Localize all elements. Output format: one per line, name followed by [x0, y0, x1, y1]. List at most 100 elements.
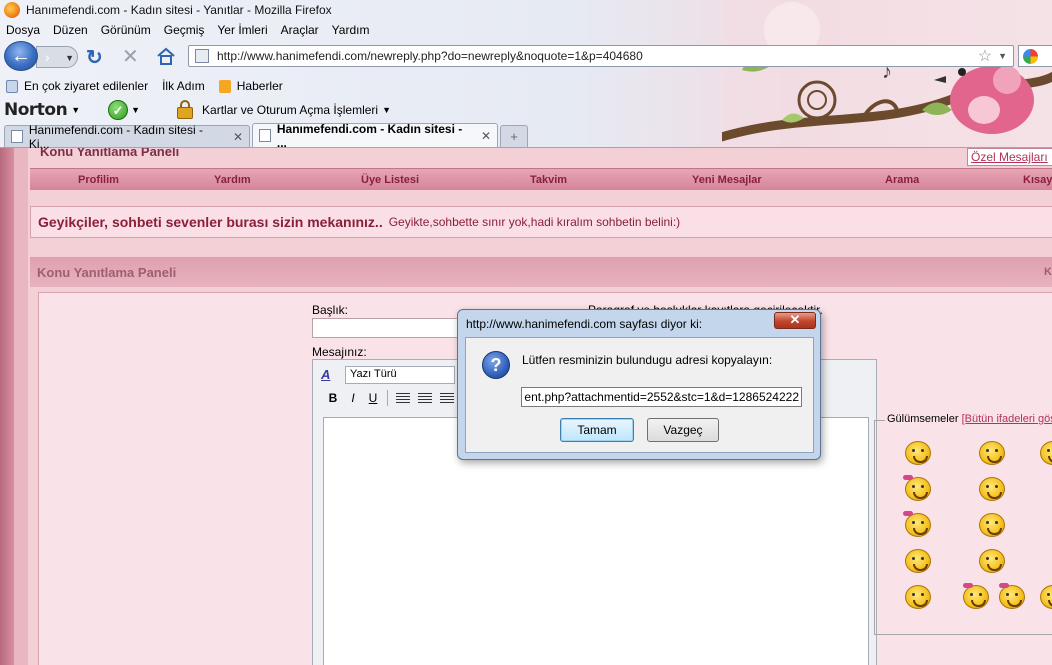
tab-label: Hanımefendi.com - Kadın sitesi - Ki... [28, 122, 203, 149]
reply-panel-header: Konu Yanıtlama Paneli K [30, 257, 1052, 287]
smiley-icon[interactable] [905, 441, 931, 465]
italic-icon[interactable]: I [343, 391, 363, 405]
new-tab-button[interactable]: + [500, 125, 528, 147]
smiley-icon[interactable] [905, 549, 931, 573]
norton-logo[interactable]: Norton [4, 100, 68, 120]
menu-duzen[interactable]: Düzen [53, 23, 88, 37]
page-left-border [0, 148, 14, 665]
window-title: Hanımefendi.com - Kadın sitesi - Yanıtla… [26, 3, 332, 17]
menu-bar: Dosya Düzen Görünüm Geçmiş Yer İmleri Ar… [0, 20, 1052, 40]
nav-arama[interactable]: Arama [885, 174, 919, 186]
search-engine-box[interactable] [1018, 45, 1052, 67]
firefox-logo-icon [4, 2, 20, 18]
norton-toolbar: Norton ▼ ✓ ▼ Kartlar ve Oturum Açma İşle… [0, 98, 1052, 122]
forum-nav-bar: Profilim Yardım Üye Listesi Takvim Yeni … [30, 168, 1052, 190]
nav-kisayollar[interactable]: Kısay [1023, 174, 1052, 186]
reload-icon[interactable]: ↻ [86, 45, 103, 70]
all-smilies-link[interactable]: [Bütün ifadeleri göst [962, 413, 1052, 425]
tab-close-icon[interactable]: ✕ [233, 130, 243, 144]
nav-yardim[interactable]: Yardım [214, 174, 251, 186]
menu-araclar[interactable]: Araçlar [281, 23, 319, 37]
dialog-url-input[interactable]: ent.php?attachmentid=2552&stc=1&d=128652… [521, 387, 802, 407]
font-switch-icon[interactable]: A [321, 367, 337, 383]
menu-dosya[interactable]: Dosya [6, 23, 40, 37]
align-left-icon[interactable] [396, 392, 410, 404]
address-url[interactable]: http://www.hanimefendi.com/newreply.php?… [217, 49, 978, 63]
question-icon: ? [482, 351, 510, 379]
menu-yardim[interactable]: Yardım [332, 23, 370, 37]
smilies-box: Gülümsemeler [Bütün ifadeleri göst [874, 413, 1052, 635]
private-messages-link[interactable]: Özel Mesajları [967, 148, 1052, 166]
cancel-button[interactable]: Vazgeç [647, 418, 719, 442]
bold-icon[interactable]: B [323, 391, 343, 405]
forward-button[interactable]: › ▼ [36, 46, 78, 68]
forum-title[interactable]: Geyikçiler, sohbeti sevenler burası sizi… [38, 214, 383, 230]
bookmark-star-icon[interactable]: ☆ [978, 46, 992, 66]
bookmarks-toolbar: En çok ziyaret edilenler İlk Adım Haberl… [0, 76, 1052, 96]
bookmark-ilk-adim[interactable]: İlk Adım [162, 79, 205, 93]
page-top-title: Konu Yanıtlama Paneli [40, 148, 180, 159]
tab-close-icon[interactable]: ✕ [481, 129, 491, 143]
address-bar[interactable]: http://www.hanimefendi.com/newreply.php?… [188, 45, 1014, 67]
smiley-icon[interactable] [1040, 585, 1052, 609]
safe-check-icon[interactable]: ✓ [108, 100, 129, 120]
smilies-legend: Gülümsemeler [Bütün ifadeleri göst [885, 413, 1052, 425]
title-input[interactable] [312, 318, 462, 338]
align-center-icon[interactable] [418, 392, 432, 404]
browser-chrome: ♫ ♪ Hanımefendi.com - Kadın sitesi - Yan… [0, 0, 1052, 148]
tab-label: Hanımefendi.com - Kadın sitesi - ... [276, 121, 463, 149]
google-icon[interactable] [1023, 49, 1038, 64]
panel-title: Konu Yanıtlama Paneli [37, 264, 177, 280]
smiley-icon[interactable] [1040, 441, 1052, 465]
menu-gorunum[interactable]: Görünüm [101, 23, 151, 37]
dialog-title: http://www.hanimefendi.com sayfası diyor… [466, 317, 703, 331]
bow-icon [903, 475, 913, 480]
smiley-icon[interactable] [963, 585, 989, 609]
smiley-icon[interactable] [979, 513, 1005, 537]
safe-dropdown-icon[interactable]: ▼ [131, 105, 140, 115]
title-bar: Hanımefendi.com - Kadın sitesi - Yanıtla… [0, 0, 1052, 20]
bow-icon [903, 511, 913, 516]
prompt-dialog: http://www.hanimefendi.com sayfası diyor… [457, 309, 821, 460]
nav-profilim[interactable]: Profilim [78, 174, 119, 186]
tab-favicon-icon [11, 130, 23, 143]
smiley-icon[interactable] [999, 585, 1025, 609]
history-dropdown-icon[interactable]: ▼ [65, 48, 74, 68]
smiley-icon[interactable] [905, 513, 931, 537]
smiley-icon[interactable] [905, 585, 931, 609]
ok-button[interactable]: Tamam [560, 418, 634, 442]
norton-cards-menu[interactable]: Kartlar ve Oturum Açma İşlemleri [202, 103, 378, 117]
rss-icon [218, 79, 231, 93]
smiley-icon[interactable] [979, 549, 1005, 573]
editor-toolbar-top: A Yazı Türü [321, 366, 455, 384]
smiley-icon[interactable] [979, 477, 1005, 501]
font-select[interactable]: Yazı Türü [345, 366, 455, 384]
underline-icon[interactable]: U [363, 391, 383, 405]
smiley-icon[interactable] [979, 441, 1005, 465]
tab-2[interactable]: Hanımefendi.com - Kadın sitesi - ... ✕ [252, 121, 498, 149]
back-button[interactable]: ← [4, 41, 38, 71]
bow-icon [999, 583, 1009, 588]
menu-gecmis[interactable]: Geçmiş [164, 23, 205, 37]
dialog-content: ? Lütfen resminizin bulundugu adresi kop… [465, 337, 814, 453]
norton-dropdown-icon[interactable]: ▼ [71, 105, 80, 115]
stop-icon[interactable]: ✕ [122, 44, 139, 69]
home-icon[interactable] [156, 47, 176, 65]
bookmark-label: En çok ziyaret edilenler [24, 79, 149, 93]
smiley-icon[interactable] [905, 477, 931, 501]
nav-uye-listesi[interactable]: Üye Listesi [361, 174, 419, 186]
message-label: Mesajınız: [312, 345, 367, 359]
bookmark-label: İlk Adım [162, 79, 205, 93]
lock-icon[interactable] [176, 100, 194, 120]
address-dropdown-icon[interactable]: ▼ [998, 51, 1007, 61]
tab-1[interactable]: Hanımefendi.com - Kadın sitesi - Ki... ✕ [4, 122, 250, 149]
nav-yeni-mesajlar[interactable]: Yeni Mesajlar [692, 174, 762, 186]
bookmark-most-visited[interactable]: En çok ziyaret edilenler [6, 79, 148, 93]
nav-takvim[interactable]: Takvim [530, 174, 567, 186]
menu-yer-imleri[interactable]: Yer İmleri [217, 23, 267, 37]
cards-dropdown-icon[interactable]: ▼ [382, 105, 391, 115]
dialog-close-button[interactable]: ✕ [774, 312, 816, 329]
dialog-message: Lütfen resminizin bulundugu adresi kopya… [522, 353, 773, 367]
align-right-icon[interactable] [440, 392, 454, 404]
bookmark-haberler[interactable]: Haberler [218, 79, 283, 93]
